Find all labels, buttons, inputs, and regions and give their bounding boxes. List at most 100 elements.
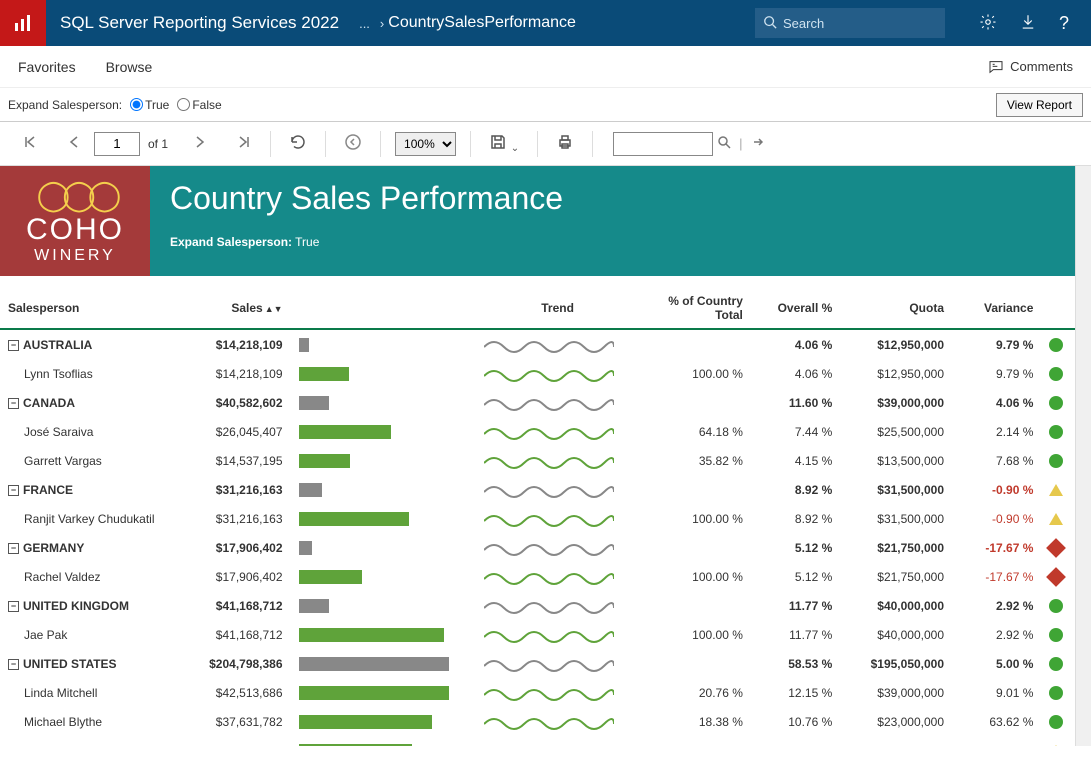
status-indicator-icon	[1049, 396, 1063, 410]
cell-variance: 4.06 %	[952, 388, 1041, 417]
breadcrumb-separator: ›	[376, 16, 388, 31]
first-page-button[interactable]	[18, 130, 42, 157]
find-input[interactable]	[613, 132, 713, 156]
back-button[interactable]	[340, 129, 366, 158]
tab-favorites[interactable]: Favorites	[18, 59, 76, 75]
coho-logo-text1: COHO	[26, 213, 124, 247]
cell-trend	[476, 649, 639, 678]
help-icon[interactable]: ?	[1059, 13, 1069, 34]
cell-name: Rachel Valdez	[0, 562, 190, 591]
report-title: Country Sales Performance	[170, 180, 563, 217]
cell-name: −UNITED KINGDOM	[0, 591, 190, 620]
ssrs-logo-icon[interactable]	[0, 0, 46, 46]
cell-overall: 8.92 %	[751, 475, 840, 504]
cell-bar	[291, 359, 476, 388]
next-page-button[interactable]	[188, 130, 212, 157]
param-true-radio[interactable]	[130, 98, 143, 111]
comments-button[interactable]: Comments	[988, 59, 1073, 75]
status-indicator-icon	[1049, 367, 1063, 381]
zoom-select[interactable]: 100%	[395, 132, 456, 156]
search-box[interactable]	[755, 8, 945, 38]
cell-indicator	[1041, 446, 1075, 475]
param-false-radio[interactable]	[177, 98, 190, 111]
cell-sales: $42,513,686	[190, 678, 291, 707]
prev-page-button[interactable]	[62, 130, 86, 157]
cell-sales: $41,168,712	[190, 591, 291, 620]
expand-toggle[interactable]: −	[8, 485, 19, 496]
breadcrumb-current[interactable]: CountrySalesPerformance	[388, 14, 596, 32]
cell-trend	[476, 388, 639, 417]
col-sales[interactable]: Sales▲▼	[190, 288, 291, 329]
expand-toggle[interactable]: −	[8, 340, 19, 351]
cell-bar	[291, 591, 476, 620]
cell-variance: 9.01 %	[952, 678, 1041, 707]
cell-overall: 4.06 %	[751, 329, 840, 359]
find-button[interactable]	[713, 131, 735, 156]
view-report-button[interactable]: View Report	[996, 93, 1083, 117]
cell-quota: $40,000,000	[840, 591, 952, 620]
cell-pct: 100.00 %	[639, 620, 751, 649]
cell-quota: $39,000,000	[840, 388, 952, 417]
col-pct-country[interactable]: % of Country Total	[639, 288, 751, 329]
cell-quota: $39,000,000	[840, 678, 952, 707]
cell-sales: $41,168,712	[190, 620, 291, 649]
status-indicator-icon	[1049, 715, 1063, 729]
cell-trend	[476, 475, 639, 504]
table-row: −GERMANY$17,906,4025.12 %$21,750,000-17.…	[0, 533, 1075, 562]
cell-pct	[639, 329, 751, 359]
cell-pct	[639, 475, 751, 504]
expand-toggle[interactable]: −	[8, 398, 19, 409]
sort-icon: ▲▼	[265, 304, 283, 314]
expand-toggle[interactable]: −	[8, 601, 19, 612]
expand-toggle[interactable]: −	[8, 659, 19, 670]
status-indicator-icon	[1049, 628, 1063, 642]
cell-name: Michael Blythe	[0, 707, 190, 736]
page-number-input[interactable]	[94, 132, 140, 156]
tab-browse[interactable]: Browse	[106, 59, 153, 75]
download-icon[interactable]	[1019, 13, 1037, 34]
cell-sales: $31,894,184	[190, 736, 291, 746]
refresh-button[interactable]	[285, 129, 311, 158]
find-next-button[interactable]	[747, 131, 769, 156]
coho-logo: ◯◯◯ COHO WINERY	[0, 166, 150, 276]
col-quota[interactable]: Quota	[840, 288, 952, 329]
cell-overall: 10.76 %	[751, 707, 840, 736]
col-variance[interactable]: Variance	[952, 288, 1041, 329]
cell-variance: 7.68 %	[952, 446, 1041, 475]
cell-trend	[476, 504, 639, 533]
scrollbar[interactable]	[1075, 166, 1091, 746]
last-page-button[interactable]	[232, 130, 256, 157]
cell-bar	[291, 707, 476, 736]
print-button[interactable]	[552, 129, 578, 158]
cell-overall: 9.12 %	[751, 736, 840, 746]
gear-icon[interactable]	[979, 13, 997, 34]
cell-bar	[291, 446, 476, 475]
expand-toggle[interactable]: −	[8, 543, 19, 554]
cell-trend	[476, 736, 639, 746]
cell-name: −UNITED STATES	[0, 649, 190, 678]
status-indicator-icon	[1049, 513, 1063, 525]
table-row: −AUSTRALIA$14,218,1094.06 %$12,950,0009.…	[0, 329, 1075, 359]
parameter-bar: Expand Salesperson: True False View Repo…	[0, 88, 1091, 122]
cell-name: Jae Pak	[0, 620, 190, 649]
search-input[interactable]	[783, 16, 937, 31]
breadcrumb-ellipsis[interactable]: ...	[353, 16, 376, 31]
cell-sales: $31,216,163	[190, 475, 291, 504]
cell-overall: 11.77 %	[751, 620, 840, 649]
cell-sales: $17,906,402	[190, 562, 291, 591]
col-salesperson[interactable]: Salesperson	[0, 288, 190, 329]
col-trend[interactable]: Trend	[476, 288, 639, 329]
report-body: ◯◯◯ COHO WINERY Country Sales Performanc…	[0, 166, 1075, 746]
table-row: Lynn Tsoflias$14,218,109100.00 %4.06 %$1…	[0, 359, 1075, 388]
status-indicator-icon	[1049, 425, 1063, 439]
cell-bar	[291, 620, 476, 649]
col-overall[interactable]: Overall %	[751, 288, 840, 329]
save-button[interactable]: ⌄	[485, 129, 523, 158]
cell-trend	[476, 678, 639, 707]
find-separator: |	[735, 136, 746, 151]
cell-name: Lynn Tsoflias	[0, 359, 190, 388]
comment-icon	[988, 59, 1004, 75]
cell-sales: $37,631,782	[190, 707, 291, 736]
cell-overall: 4.06 %	[751, 359, 840, 388]
table-row: −UNITED KINGDOM$41,168,71211.77 %$40,000…	[0, 591, 1075, 620]
